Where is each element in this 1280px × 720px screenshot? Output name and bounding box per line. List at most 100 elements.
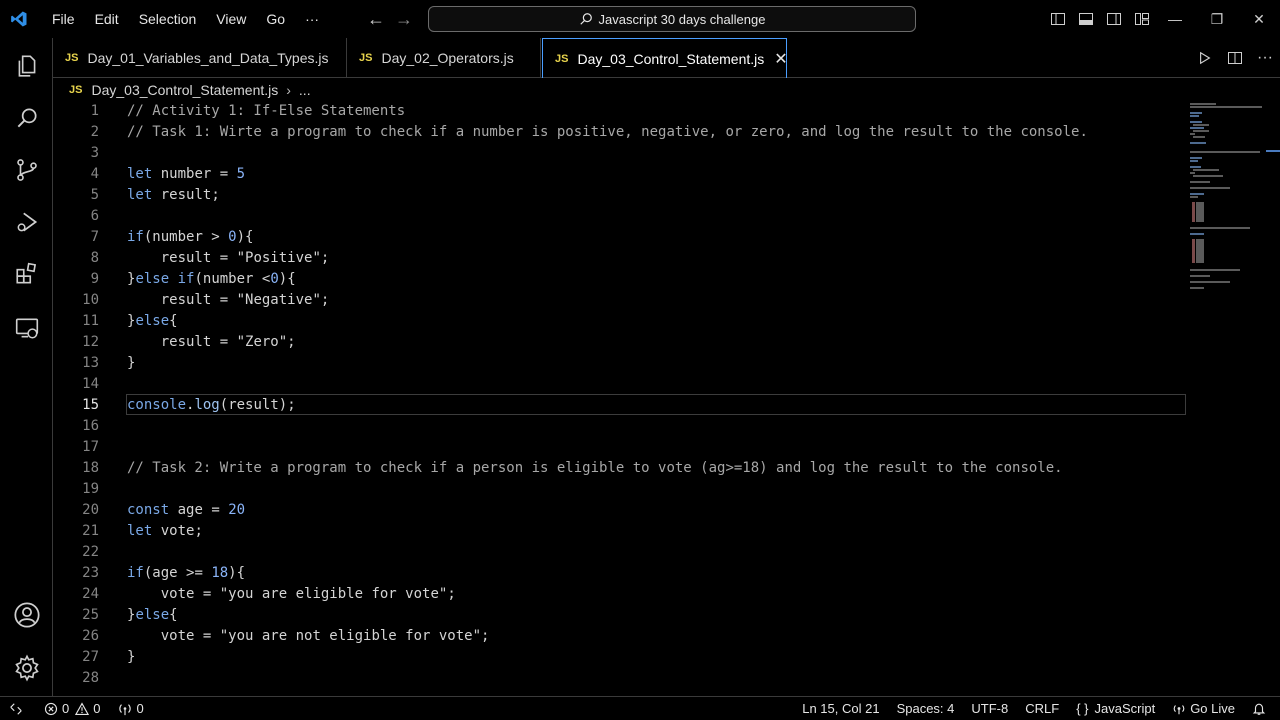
notifications-bell-icon[interactable] bbox=[1252, 702, 1270, 716]
warning-count: 0 bbox=[93, 701, 101, 716]
menu-selection[interactable]: Selection bbox=[129, 0, 207, 38]
code-line[interactable]: 19 bbox=[53, 479, 1188, 500]
menu-go[interactable]: Go bbox=[256, 0, 295, 38]
split-editor-icon[interactable] bbox=[1220, 50, 1250, 66]
menu-more[interactable]: ··· bbox=[295, 0, 329, 38]
extensions-icon[interactable] bbox=[0, 250, 53, 298]
back-arrow-icon[interactable]: ← bbox=[362, 9, 390, 30]
code-line[interactable]: 7 if(number > 0){ bbox=[53, 227, 1188, 248]
encoding[interactable]: UTF-8 bbox=[971, 701, 1008, 716]
tab-day-01[interactable]: JS Day_01_Variables_and_Data_Types.js bbox=[53, 38, 347, 78]
toggle-secondary-sidebar-icon[interactable] bbox=[1100, 11, 1128, 27]
search-view-icon[interactable] bbox=[0, 94, 53, 142]
code-line[interactable]: 5 let result; bbox=[53, 185, 1188, 206]
code-line[interactable]: 16 bbox=[53, 416, 1188, 437]
indentation[interactable]: Spaces: 4 bbox=[897, 701, 955, 716]
line-number: 17 bbox=[82, 439, 99, 455]
code-line[interactable]: 17 bbox=[53, 437, 1188, 458]
menu-edit[interactable]: Edit bbox=[85, 0, 129, 38]
forward-arrow-icon[interactable]: → bbox=[390, 9, 418, 30]
code-line[interactable]: 23 if(age >= 18){ bbox=[53, 563, 1188, 584]
minimize-icon[interactable]: — bbox=[1154, 0, 1196, 38]
code-text: } bbox=[127, 355, 136, 371]
source-control-icon[interactable] bbox=[0, 146, 53, 194]
restore-icon[interactable]: ❐ bbox=[1196, 0, 1238, 38]
tab-label: Day_03_Control_Statement.js bbox=[577, 50, 765, 67]
cursor-position[interactable]: Ln 15, Col 21 bbox=[802, 701, 879, 716]
line-number: 14 bbox=[82, 376, 99, 392]
code-line[interactable]: 14 bbox=[53, 374, 1188, 395]
language-mode[interactable]: { } JavaScript bbox=[1076, 701, 1155, 716]
editor-tab-bar: JS Day_01_Variables_and_Data_Types.js JS… bbox=[53, 38, 1280, 78]
problems-indicator[interactable]: 0 0 bbox=[44, 701, 100, 716]
tab-day-03[interactable]: JS Day_03_Control_Statement.js ✕ bbox=[542, 38, 788, 78]
remote-indicator-icon[interactable] bbox=[0, 697, 36, 720]
line-number: 25 bbox=[82, 607, 99, 623]
line-number: 4 bbox=[90, 166, 99, 182]
code-line[interactable]: 9}else if(number <0){ bbox=[53, 269, 1188, 290]
code-editor[interactable]: 1 // Activity 1: If-Else Statements 2 // Ta… bbox=[53, 101, 1280, 696]
activity-bar bbox=[0, 38, 53, 696]
close-tab-icon[interactable]: ✕ bbox=[774, 49, 787, 69]
line-number: 2 bbox=[90, 124, 99, 140]
customize-layout-icon[interactable] bbox=[1128, 11, 1156, 27]
ports-indicator[interactable]: 0 bbox=[118, 701, 144, 716]
code-line[interactable]: 27} bbox=[53, 647, 1188, 668]
code-line[interactable]: 3 bbox=[53, 143, 1188, 164]
line-number: 18 bbox=[82, 460, 99, 476]
code-line[interactable]: 26 vote = "you are not eligible for vote… bbox=[53, 626, 1188, 647]
code-line[interactable]: 1 // Activity 1: If-Else Statements bbox=[53, 101, 1188, 122]
menu-bar: File Edit Selection View Go ··· bbox=[42, 0, 329, 38]
broadcast-icon bbox=[1173, 704, 1185, 714]
code-line[interactable]: 4 let number = 5 bbox=[53, 164, 1188, 185]
breadcrumb-more[interactable]: ... bbox=[299, 82, 311, 98]
line-number: 19 bbox=[82, 481, 99, 497]
code-line[interactable]: 24 vote = "you are eligible for vote"; bbox=[53, 584, 1188, 605]
run-icon[interactable] bbox=[1190, 51, 1220, 65]
code-line[interactable]: 22 bbox=[53, 542, 1188, 563]
minimap[interactable] bbox=[1186, 101, 1266, 301]
more-actions-icon[interactable]: ··· bbox=[1250, 49, 1280, 67]
go-live-button[interactable]: Go Live bbox=[1172, 701, 1235, 716]
manage-gear-icon[interactable] bbox=[0, 644, 53, 692]
code-line[interactable]: 8 result = "Positive"; bbox=[53, 248, 1188, 269]
explorer-icon[interactable] bbox=[0, 42, 53, 90]
code-line[interactable]: 15 console.log(result); bbox=[53, 395, 1188, 416]
code-line[interactable]: 6 bbox=[53, 206, 1188, 227]
toggle-panel-icon[interactable] bbox=[1072, 11, 1100, 27]
code-line[interactable]: 10 result = "Negative"; bbox=[53, 290, 1188, 311]
search-label: Javascript 30 days challenge bbox=[598, 11, 766, 27]
scrollbar-thumb[interactable] bbox=[1266, 150, 1280, 152]
end-of-line[interactable]: CRLF bbox=[1025, 701, 1059, 716]
menu-file[interactable]: File bbox=[42, 0, 85, 38]
line-number: 13 bbox=[82, 355, 99, 371]
status-bar: 0 0 0 Ln 15, Col 21 Spaces: 4 UTF-8 CRLF… bbox=[0, 696, 1280, 720]
line-number: 16 bbox=[82, 418, 99, 434]
code-line[interactable]: 13} bbox=[53, 353, 1188, 374]
run-and-debug-icon[interactable] bbox=[0, 198, 53, 246]
accounts-icon[interactable] bbox=[0, 591, 53, 639]
code-line[interactable]: 12 result = "Zero"; bbox=[53, 332, 1188, 353]
title-bar: File Edit Selection View Go ··· ← → Java… bbox=[0, 0, 1280, 38]
line-number: 23 bbox=[82, 565, 99, 581]
code-line[interactable]: 11}else{ bbox=[53, 311, 1188, 332]
toggle-primary-sidebar-icon[interactable] bbox=[1044, 11, 1072, 27]
code-line[interactable]: 25 }else{ bbox=[53, 605, 1188, 626]
tab-day-02[interactable]: JS Day_02_Operators.js bbox=[347, 38, 541, 78]
editor-actions: ··· bbox=[1190, 38, 1280, 78]
code-line[interactable]: 28 bbox=[53, 668, 1188, 689]
menu-view[interactable]: View bbox=[206, 0, 256, 38]
code-line[interactable]: 2 // Task 1: Wirte a program to check if … bbox=[53, 122, 1188, 143]
code-line[interactable]: 18 // Task 2: Write a program to check if… bbox=[53, 458, 1188, 479]
code-line[interactable]: 21 let vote; bbox=[53, 521, 1188, 542]
breadcrumb-file[interactable]: Day_03_Control_Statement.js bbox=[91, 82, 278, 98]
code-text: }else{ bbox=[127, 607, 178, 623]
line-number: 22 bbox=[82, 544, 99, 560]
command-center-search[interactable]: Javascript 30 days challenge bbox=[428, 6, 916, 32]
code-text: }else{ bbox=[127, 313, 178, 329]
remote-explorer-icon[interactable] bbox=[0, 304, 53, 352]
warning-icon bbox=[75, 701, 90, 715]
close-window-icon[interactable]: ✕ bbox=[1238, 0, 1280, 38]
javascript-file-icon: JS bbox=[359, 52, 373, 64]
code-line[interactable]: 20 const age = 20 bbox=[53, 500, 1188, 521]
